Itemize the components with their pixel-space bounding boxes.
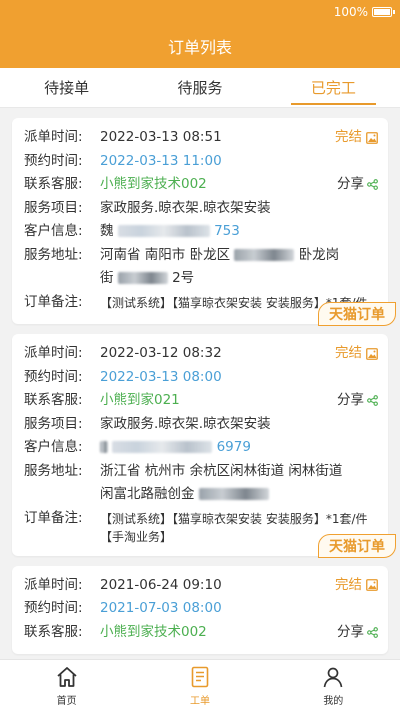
dispatch-time-label: 派单时间: [24, 129, 83, 145]
customer-row: 客户信息: 6979 [24, 436, 378, 460]
status-label: 完结 [335, 345, 362, 361]
dispatch-time-row: 派单时间: 2022-03-13 08:51 完结 [24, 126, 378, 150]
redacted-phone [112, 441, 213, 453]
support-row: 联系客服: 小熊到家021 分享 [24, 389, 378, 413]
app-header: 订单列表 [0, 24, 400, 68]
order-card[interactable]: 派单时间: 2022-03-13 08:51 完结 预约时间: 2022-03-… [12, 118, 396, 326]
address-row: 服务地址: 浙江省 杭州市 余杭区闲林街道 闲林街道 闲富北路融创金 [24, 460, 378, 507]
order-card[interactable]: 派单时间: 2021-06-24 09:10 完结 预约时间: 2021-07-… [12, 565, 388, 654]
status-badge: 完结 [335, 574, 378, 598]
orders-icon [191, 666, 209, 687]
appointment-time-label: 预约时间: [24, 600, 83, 616]
status-badge: 完结 [335, 342, 378, 366]
support-row: 联系客服: 小熊到家技术002 分享 [24, 173, 378, 197]
service-value: 家政服务.晾衣架.晾衣架安装 [100, 199, 271, 216]
customer-value: 6979 [100, 436, 378, 460]
customer-value: 魏 753 [100, 220, 378, 244]
service-row: 服务项目: 家政服务.晾衣架.晾衣架安装 [24, 197, 378, 221]
address-row: 服务地址: 河南省 南阳市 卧龙区 卧龙岗 街 2号 [24, 244, 378, 291]
tmall-order-tag: 天猫订单 [318, 302, 396, 326]
share-button[interactable]: 分享 [337, 621, 378, 645]
support-label: 联系客服: [24, 623, 83, 640]
customer-phone-suffix: 753 [214, 223, 240, 239]
share-label: 分享 [337, 623, 364, 640]
customer-label: 客户信息: [24, 223, 83, 239]
address-line1-end: 卧龙岗 [298, 246, 340, 263]
tab-pending-accept[interactable]: 待接单 [0, 68, 133, 107]
appointment-time-value: 2021-07-03 08:00 [100, 600, 222, 616]
dispatch-time-label: 派单时间: [24, 345, 83, 361]
service-row: 服务项目: 家政服务.晾衣架.晾衣架安装 [24, 413, 378, 437]
image-icon [366, 131, 378, 144]
appointment-time-row: 预约时间: 2021-07-03 08:00 [24, 597, 378, 621]
status-bar: 100% [0, 0, 400, 24]
share-icon [367, 179, 378, 191]
redacted-address [234, 248, 295, 261]
share-icon [367, 395, 378, 407]
note-label: 订单备注: [24, 509, 83, 526]
address-line2-end: 2号 [172, 270, 195, 286]
appointment-time-row: 预约时间: 2022-03-13 08:00 [24, 366, 378, 390]
customer-phone-suffix: 6979 [216, 439, 251, 455]
battery-level: 100% [333, 5, 368, 19]
address-line2-start: 闲富北路融创金 [100, 486, 195, 502]
appointment-time-value: 2022-03-13 11:00 [100, 152, 222, 169]
customer-label: 客户信息: [24, 439, 83, 455]
note-label: 订单备注: [24, 293, 83, 310]
page-title: 订单列表 [167, 38, 232, 57]
share-icon [367, 626, 378, 638]
tmall-order-tag: 天猫订单 [318, 533, 396, 558]
address-value: 浙江省 杭州市 余杭区闲林街道 闲林街道 闲富北路融创金 [100, 460, 378, 507]
home-icon [57, 666, 77, 687]
tab-pending-service[interactable]: 待服务 [133, 68, 266, 107]
status-label: 完结 [335, 129, 362, 145]
share-button[interactable]: 分享 [337, 389, 378, 413]
nav-profile-label: 我的 [323, 695, 344, 707]
share-button[interactable]: 分享 [337, 173, 378, 197]
appointment-time-label: 预约时间: [24, 152, 83, 169]
address-value: 河南省 南阳市 卧龙区 卧龙岗 街 2号 [100, 244, 378, 291]
share-label: 分享 [337, 176, 364, 192]
bottom-nav: 首页 工单 我的 [0, 659, 400, 711]
address-line1-start: 浙江省 杭州市 余杭区闲林街道 闲林街道 [100, 462, 343, 479]
battery-icon [372, 7, 395, 17]
dispatch-time-label: 派单时间: [24, 576, 83, 593]
address-label: 服务地址: [24, 462, 83, 479]
image-icon [366, 579, 378, 592]
address-label: 服务地址: [24, 246, 83, 263]
image-icon [366, 347, 378, 360]
order-list[interactable]: 派单时间: 2022-03-13 08:51 完结 预约时间: 2022-03-… [0, 108, 400, 659]
appointment-time-row: 预约时间: 2022-03-13 11:00 [24, 150, 378, 174]
dispatch-time-row: 派单时间: 2022-03-12 08:32 完结 [24, 342, 378, 366]
nav-home-label: 首页 [56, 695, 77, 707]
customer-name-prefix: 魏 [100, 223, 114, 239]
support-label: 联系客服: [24, 176, 83, 192]
redacted-name [100, 441, 108, 453]
status-label: 完结 [335, 576, 362, 593]
status-badge: 完结 [335, 126, 378, 150]
order-tabs: 待接单 待服务 已完工 [0, 68, 400, 108]
address-line2-start: 街 [100, 270, 114, 286]
profile-icon [323, 667, 343, 687]
customer-row: 客户信息: 魏 753 [24, 220, 378, 244]
support-row: 联系客服: 小熊到家技术002 分享 [24, 621, 378, 645]
nav-orders-label: 工单 [189, 695, 210, 707]
dispatch-time-row: 派单时间: 2021-06-24 09:10 完结 [24, 574, 378, 598]
redacted-address [198, 488, 269, 500]
support-label: 联系客服: [24, 392, 83, 408]
service-label: 服务项目: [24, 199, 83, 216]
address-line1-start: 河南省 南阳市 卧龙区 [100, 246, 231, 263]
tab-completed[interactable]: 已完工 [267, 68, 400, 107]
appointment-time-label: 预约时间: [24, 368, 83, 385]
appointment-time-value: 2022-03-13 08:00 [100, 368, 222, 385]
share-label: 分享 [337, 392, 364, 408]
nav-profile[interactable]: 我的 [267, 660, 400, 711]
order-card[interactable]: 派单时间: 2022-03-12 08:32 完结 预约时间: 2022-03-… [12, 334, 396, 558]
service-value: 家政服务.晾衣架.晾衣架安装 [100, 415, 271, 432]
redacted-address [117, 272, 168, 284]
nav-home[interactable]: 首页 [0, 660, 133, 711]
service-label: 服务项目: [24, 415, 83, 432]
nav-orders[interactable]: 工单 [133, 660, 266, 711]
redacted-phone [117, 225, 210, 237]
